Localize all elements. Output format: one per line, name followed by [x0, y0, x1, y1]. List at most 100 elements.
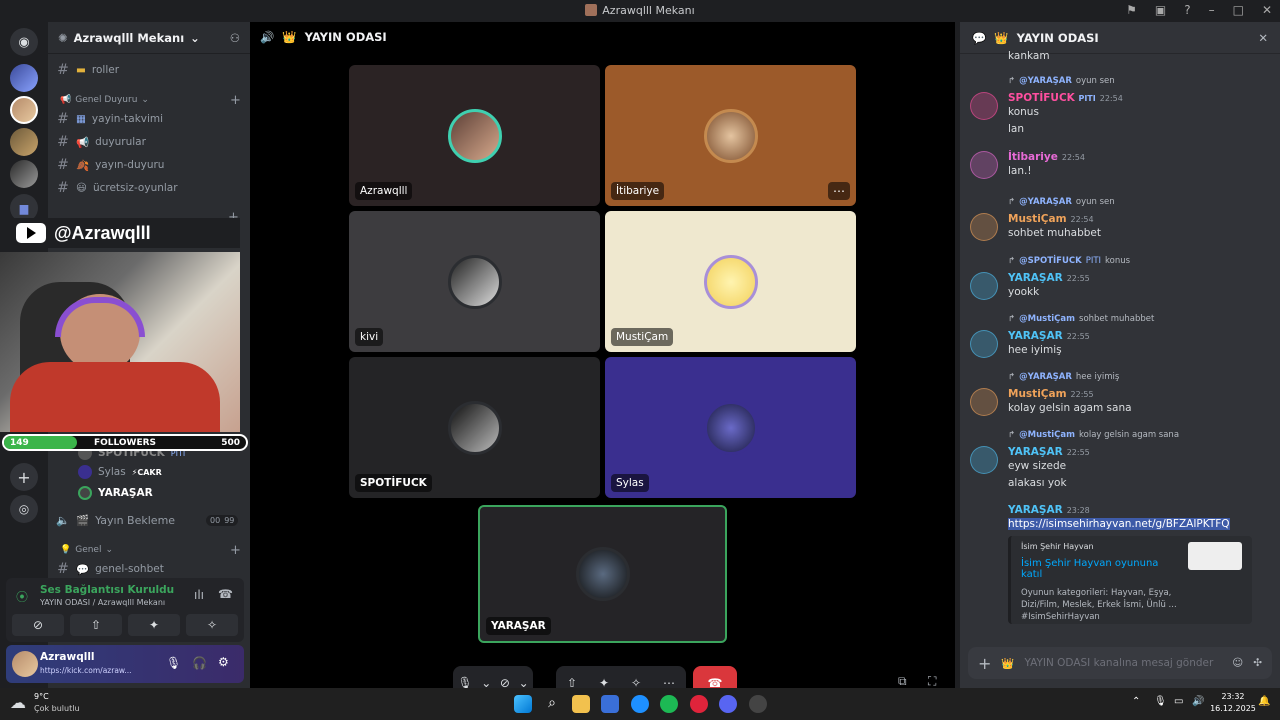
video-tile-yarasar[interactable]: YARAŞAR [478, 505, 727, 643]
voice-user-sylas[interactable]: Sylas ⚡CAKR [78, 463, 162, 481]
message-author[interactable]: YARAŞAR 22:55 [1008, 272, 1090, 284]
add-channel-icon[interactable]: + [230, 93, 241, 108]
message-author[interactable]: MustiÇam 22:55 [1008, 388, 1094, 400]
channel-yayin-duyuru[interactable]: # 🍂 yayın-duyuru [56, 156, 164, 174]
reply-reference[interactable]: ↱ @YARAŞAR oyun sen [1008, 197, 1115, 207]
video-tile-mustícam[interactable]: MustiÇam [605, 211, 856, 352]
spotify-icon[interactable] [660, 695, 678, 713]
camera-off-button[interactable]: ⊘ [12, 614, 64, 636]
headphones-icon[interactable]: 🎧 [192, 656, 207, 670]
file-explorer-icon[interactable] [572, 695, 590, 713]
minimize-icon[interactable]: – [1209, 3, 1215, 17]
message-author[interactable]: SPOTİFUCK PITI 22:54 [1008, 92, 1123, 104]
activities-button[interactable]: ✦ [128, 614, 180, 636]
server-icon-4[interactable] [10, 160, 38, 188]
reply-reference[interactable]: ↱ @YARAŞAR hee iyimiş [1008, 372, 1119, 382]
channel-genel-sohbet[interactable]: # 💬 genel-sohbet [56, 560, 164, 578]
avatar[interactable] [12, 651, 38, 677]
weather-desc[interactable]: Çok bulutlu [34, 704, 80, 713]
clock-time[interactable]: 23:32 [1212, 692, 1254, 701]
notification-icon[interactable]: 🔔 [1258, 696, 1270, 707]
channel-yayin-takvimi[interactable]: # ▦ yayin-takvimi [56, 110, 163, 128]
message-author[interactable]: YARAŞAR 22:55 [1008, 330, 1090, 342]
video-tile-spotifuck[interactable]: SPOTİFUCK [349, 357, 600, 498]
reply-reference[interactable]: ↱ @SPOTİFUCK PITI konus [1008, 256, 1130, 266]
embed-title[interactable]: İsim Şehir Hayvan oyununa katıl [1021, 558, 1181, 580]
avatar[interactable] [970, 388, 998, 416]
weather-icon[interactable]: ☁ [10, 693, 26, 712]
avatar[interactable] [970, 330, 998, 358]
voice-user-yarasar[interactable]: YARAŞAR [78, 484, 153, 502]
channel-ucretsiz-oyunlar[interactable]: # 😃 ücretsiz-oyunlar [56, 179, 177, 197]
video-tile-itibariye[interactable]: İtibariye ⋯ [605, 65, 856, 206]
add-member-icon[interactable]: ⚇ [230, 31, 240, 45]
reply-reference[interactable]: ↱ @YARAŞAR oyun sen [1008, 76, 1115, 86]
avatar[interactable] [970, 151, 998, 179]
microphone-icon[interactable]: 🎙 [166, 656, 181, 670]
windows-start-icon[interactable] [514, 695, 532, 713]
gear-icon[interactable]: ⚙ [218, 655, 229, 669]
voice-status-subtitle[interactable]: YAYIN ODASI / Azrawqlll Mekanı [40, 598, 165, 607]
channel-roller[interactable]: # ▬ roller [56, 61, 119, 79]
message-author[interactable]: İtibariye 22:54 [1008, 151, 1085, 163]
voice-status-title[interactable]: Ses Bağlantısı Kuruldu [40, 584, 174, 596]
add-channel-icon[interactable]: + [230, 543, 241, 558]
channel-duyurular[interactable]: # 📢 duyurular [56, 133, 146, 151]
server-icon-1[interactable] [10, 64, 38, 92]
add-attachment-icon[interactable]: + [978, 654, 991, 673]
store-icon[interactable] [601, 695, 619, 713]
soundwave-icon[interactable]: ılı [194, 588, 204, 602]
weather-temp[interactable]: 9°C [34, 692, 49, 701]
help-icon[interactable]: ? [1184, 3, 1190, 17]
discord-icon[interactable] [719, 695, 737, 713]
chevron-up-icon[interactable]: ⌃ [1132, 696, 1140, 707]
message-author[interactable]: YARAŞAR 23:28 [1008, 504, 1090, 516]
composer-placeholder[interactable]: YAYIN ODASI kanalına mesaj gönder [1024, 657, 1222, 669]
popout-icon[interactable]: ⧉ [898, 674, 907, 689]
message-composer[interactable]: + 👑 YAYIN ODASI kanalına mesaj gönder ☺ … [968, 647, 1272, 679]
maximize-icon[interactable]: □ [1233, 3, 1244, 17]
obs-icon[interactable] [749, 695, 767, 713]
microphone-icon[interactable]: 🎙 [1154, 696, 1167, 707]
user-status[interactable]: https://kick.com/azraw... [40, 666, 132, 675]
discord-home-icon[interactable]: ◉ [10, 28, 38, 56]
signal-icon[interactable]: ⦿ [16, 588, 28, 605]
disconnect-icon[interactable]: ☎ [218, 587, 233, 601]
avatar[interactable] [970, 213, 998, 241]
server-icon-3[interactable] [10, 128, 38, 156]
discover-icon[interactable]: ◎ [10, 495, 38, 523]
guild-header[interactable]: ✺ Azrawqlll Mekanı ⌄ ⚇ [48, 22, 250, 54]
message-link[interactable]: https://isimsehirhayvan.net/g/BFZAIPKTFQ [1008, 518, 1230, 530]
add-server-icon[interactable]: + [10, 463, 38, 491]
reply-reference[interactable]: ↱ @MustiÇam kolay gelsin agam sana [1008, 430, 1179, 440]
soundboard-button[interactable]: ✧ [186, 614, 238, 636]
reply-reference[interactable]: ↱ @MustiÇam sohbet muhabbet [1008, 314, 1154, 324]
video-tile-sylas[interactable]: Sylas [605, 357, 856, 498]
screen-share-button[interactable]: ⇧ [70, 614, 122, 636]
avatar[interactable] [970, 92, 998, 120]
clock-date[interactable]: 16.12.2025 [1210, 704, 1256, 713]
avatar[interactable] [970, 272, 998, 300]
video-tile-kivi[interactable]: kivi [349, 211, 600, 352]
inbox-icon[interactable]: ⚑ [1126, 3, 1137, 17]
apps-icon[interactable]: ✣ [1253, 657, 1262, 669]
more-options-icon[interactable]: ⋯ [828, 182, 850, 200]
opera-icon[interactable] [690, 695, 708, 713]
server-icon-2[interactable] [10, 96, 38, 124]
close-icon[interactable]: ✕ [1258, 31, 1268, 45]
category-genel[interactable]: 💡 Genel ⌄ + [60, 543, 241, 558]
category-genel-duyuru[interactable]: 📢 Genel Duyuru ⌄ + [60, 93, 241, 108]
search-icon[interactable]: ⌕ [543, 695, 561, 713]
message-author[interactable]: YARAŞAR 22:55 [1008, 446, 1090, 458]
volume-icon[interactable]: 🔊 [1192, 696, 1204, 707]
screen-icon[interactable]: ▣ [1155, 3, 1166, 17]
avatar[interactable] [970, 446, 998, 474]
close-window-icon[interactable]: ✕ [1262, 3, 1272, 17]
link-embed[interactable]: İsim Şehir Hayvan İsim Şehir Hayvan oyun… [1008, 536, 1252, 624]
app-icon[interactable] [631, 695, 649, 713]
user-name[interactable]: Azrawqlll [40, 651, 95, 663]
video-tile-azrawqlll[interactable]: Azrawqlll [349, 65, 600, 206]
fullscreen-icon[interactable]: ⛶ [928, 674, 936, 689]
voice-channel-yayin-bekleme[interactable]: 🔈 🎬 Yayın Bekleme 00 99 [56, 511, 239, 529]
emoji-icon[interactable]: ☺ [1232, 657, 1243, 669]
